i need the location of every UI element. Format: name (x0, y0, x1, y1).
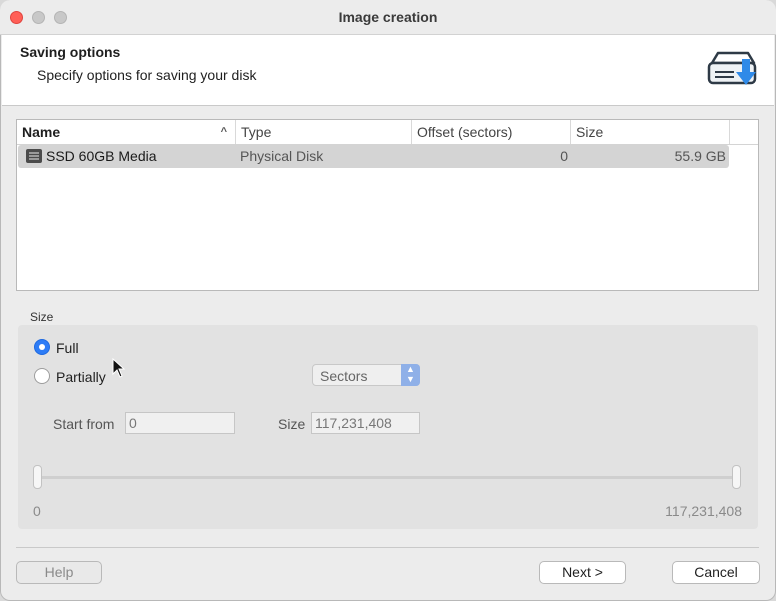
full-radio[interactable] (34, 339, 50, 355)
column-header-offset[interactable]: Offset (sectors) (412, 120, 571, 144)
cancel-button[interactable]: Cancel (672, 561, 760, 584)
title-bar: Image creation (0, 0, 776, 35)
size-group-label: Size (30, 310, 54, 324)
column-header-size[interactable]: Size (571, 120, 730, 144)
list-header: Name ^ Type Offset (sectors) Size (17, 120, 758, 145)
disk-download-icon (707, 51, 757, 85)
partially-radio[interactable] (34, 368, 50, 384)
chevron-up-down-icon: ▲ ▼ (401, 364, 420, 386)
disk-list[interactable]: Name ^ Type Offset (sectors) Size SSD 60… (16, 119, 759, 291)
footer-divider (16, 547, 759, 548)
row-offset: 0 (560, 148, 568, 164)
table-row[interactable]: SSD 60GB Media Physical Disk 0 55.9 GB (18, 145, 729, 168)
partially-radio-label[interactable]: Partially (56, 369, 106, 385)
start-from-field[interactable]: 0 (125, 412, 235, 434)
window-title: Image creation (338, 9, 438, 25)
range-max-label: 117,231,408 (665, 503, 742, 519)
full-radio-label[interactable]: Full (56, 340, 79, 356)
help-button[interactable]: Help (16, 561, 102, 584)
unit-select[interactable]: Sectors ▲ ▼ (312, 364, 420, 386)
size-field[interactable]: 117,231,408 (311, 412, 420, 434)
mouse-cursor-icon (112, 358, 126, 378)
row-size: 55.9 GB (674, 148, 726, 164)
row-type: Physical Disk (240, 148, 324, 164)
range-slider-start-handle[interactable] (33, 465, 42, 489)
range-min-label: 0 (33, 503, 41, 519)
size-group: Full Partially Sectors ▲ ▼ Start from 0 S… (18, 325, 758, 529)
header-subtitle: Specify options for saving your disk (37, 67, 257, 83)
range-slider-end-handle[interactable] (732, 465, 741, 489)
column-header-type[interactable]: Type (236, 120, 412, 144)
next-button[interactable]: Next > (539, 561, 626, 584)
range-slider-track[interactable] (40, 476, 736, 479)
unit-select-value: Sectors (320, 368, 368, 384)
image-creation-window: Image creation Saving options Specify op… (0, 0, 776, 601)
row-name: SSD 60GB Media (46, 148, 157, 164)
drive-icon (26, 149, 42, 163)
column-header-name[interactable]: Name ^ (17, 120, 236, 144)
size-field-label: Size (278, 416, 306, 432)
sort-ascending-icon: ^ (220, 126, 227, 138)
start-from-label: Start from (53, 416, 115, 432)
header-title: Saving options (20, 44, 121, 60)
wizard-header: Saving options Specify options for savin… (2, 35, 774, 106)
